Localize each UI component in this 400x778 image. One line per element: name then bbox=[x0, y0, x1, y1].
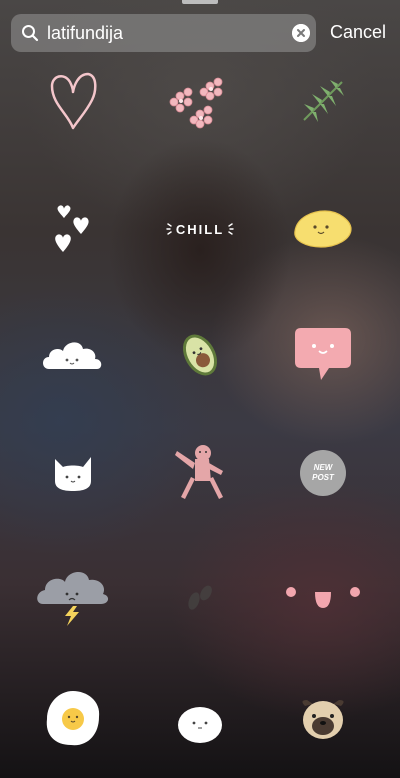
sticker-chill-text[interactable]: CHILL bbox=[145, 174, 255, 284]
sticker-heart-outline[interactable] bbox=[18, 46, 128, 156]
sticker-pink-flowers[interactable] bbox=[145, 46, 255, 156]
clear-search-icon[interactable] bbox=[292, 24, 310, 42]
sticker-dancing-figure[interactable] bbox=[145, 418, 255, 528]
new-post-line2: POST bbox=[312, 473, 335, 482]
chill-sparkle-icon: CHILL bbox=[166, 222, 234, 237]
sticker-new-post[interactable]: NEW POST bbox=[268, 418, 378, 528]
sticker-avocado[interactable] bbox=[145, 300, 255, 410]
sticker-speech-bubble[interactable] bbox=[268, 300, 378, 410]
cancel-button[interactable]: Cancel bbox=[330, 22, 386, 43]
sticker-white-blob[interactable] bbox=[145, 670, 255, 778]
blush-face-icon bbox=[286, 587, 360, 608]
faint-leaves-icon bbox=[188, 585, 212, 610]
white-blob-icon bbox=[178, 707, 222, 743]
sticker-fried-egg[interactable] bbox=[18, 664, 128, 774]
sticker-faint-leaves[interactable] bbox=[145, 542, 255, 652]
sticker-storm-cloud[interactable] bbox=[18, 542, 128, 652]
sticker-white-hearts[interactable] bbox=[18, 174, 128, 284]
heart-outline-icon bbox=[50, 72, 97, 130]
sticker-lemon[interactable] bbox=[268, 174, 378, 284]
avocado-icon bbox=[182, 334, 218, 376]
chill-label: CHILL bbox=[176, 222, 224, 237]
pink-flowers-icon bbox=[169, 77, 223, 129]
white-hearts-icon bbox=[55, 205, 89, 252]
lemon-icon bbox=[294, 210, 352, 248]
new-post-badge-icon: NEW POST bbox=[300, 450, 346, 496]
fern-leaf-icon bbox=[303, 80, 344, 122]
cat-icon bbox=[55, 457, 91, 491]
cloud-icon bbox=[43, 342, 102, 369]
sticker-white-cat[interactable] bbox=[18, 418, 128, 528]
sticker-pug[interactable] bbox=[268, 664, 378, 774]
sheet-drag-handle[interactable] bbox=[182, 0, 218, 4]
sticker-cloud[interactable] bbox=[18, 300, 128, 410]
pug-icon bbox=[302, 700, 344, 739]
dancing-figure-icon bbox=[175, 445, 223, 499]
search-icon bbox=[22, 25, 39, 42]
storm-cloud-icon bbox=[37, 571, 109, 626]
new-post-line1: NEW bbox=[314, 463, 334, 472]
fried-egg-icon bbox=[46, 691, 100, 746]
sticker-fern-leaf[interactable] bbox=[268, 46, 378, 156]
sticker-blush-face[interactable] bbox=[268, 542, 378, 652]
sticker-grid: CHILL NEW POST bbox=[0, 64, 400, 778]
speech-bubble-icon bbox=[295, 328, 351, 380]
